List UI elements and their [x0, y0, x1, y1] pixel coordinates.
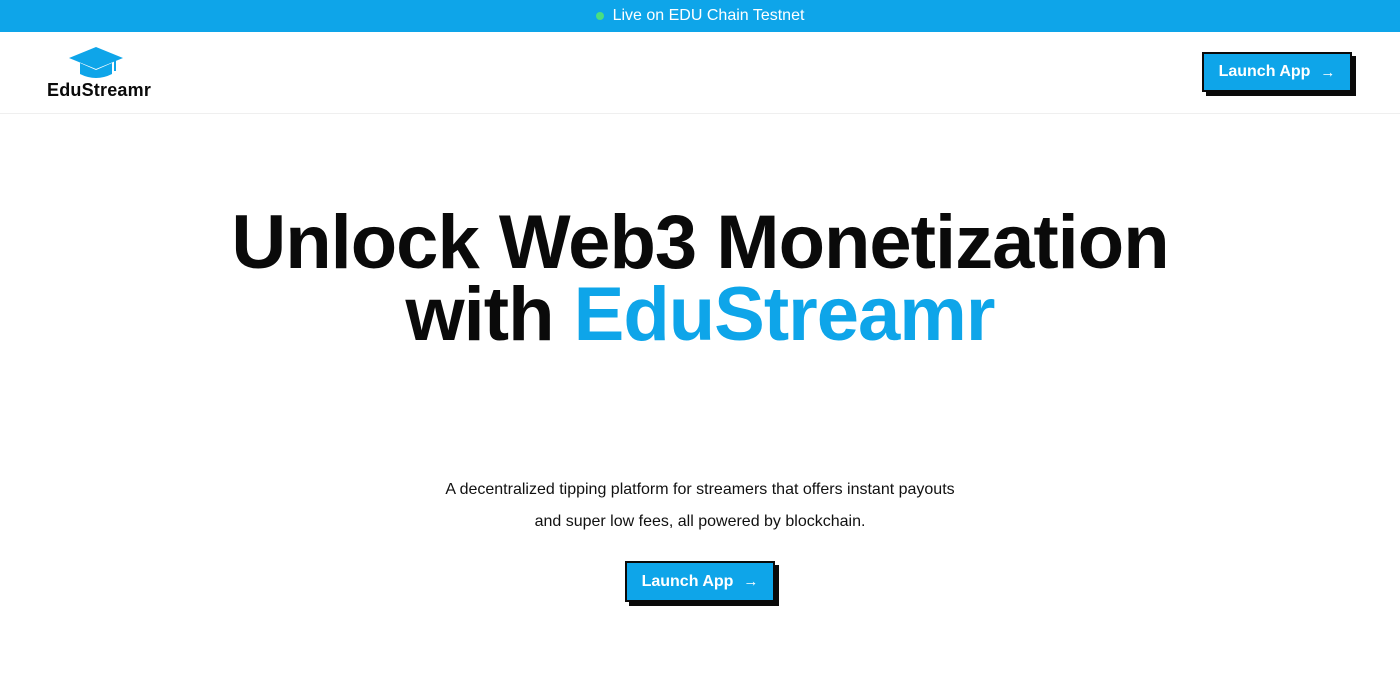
launch-app-button-hero[interactable]: Launch App →: [625, 561, 775, 602]
logo[interactable]: EduStreamr: [47, 47, 151, 103]
announcement-banner: Live on EDU Chain Testnet: [0, 0, 1400, 32]
launch-app-button-header[interactable]: Launch App →: [1202, 52, 1352, 92]
hero-description-line-2: and super low fees, all powered by block…: [534, 513, 866, 530]
hero-description: A decentralized tipping platform for str…: [400, 474, 1000, 538]
arrow-right-icon: →: [1320, 63, 1336, 81]
launch-app-label: Launch App: [1218, 63, 1311, 80]
logo-wordmark: EduStreamr: [47, 80, 152, 100]
arrow-right-icon: →: [743, 573, 759, 590]
hero-cta-label: Launch App: [641, 572, 734, 590]
graduation-cap-icon: [69, 47, 123, 78]
banner-text: Live on EDU Chain Testnet: [612, 7, 805, 24]
headline-prefix: with: [405, 272, 555, 357]
site-header: EduStreamr: [0, 32, 1400, 114]
headline-accent: EduStreamr: [573, 272, 996, 357]
hero-headline: Unlock Web3 Monetization with EduStreamr: [0, 205, 1400, 353]
live-status-dot: [595, 12, 604, 20]
hero-description-line-1: A decentralized tipping platform for str…: [445, 481, 955, 498]
